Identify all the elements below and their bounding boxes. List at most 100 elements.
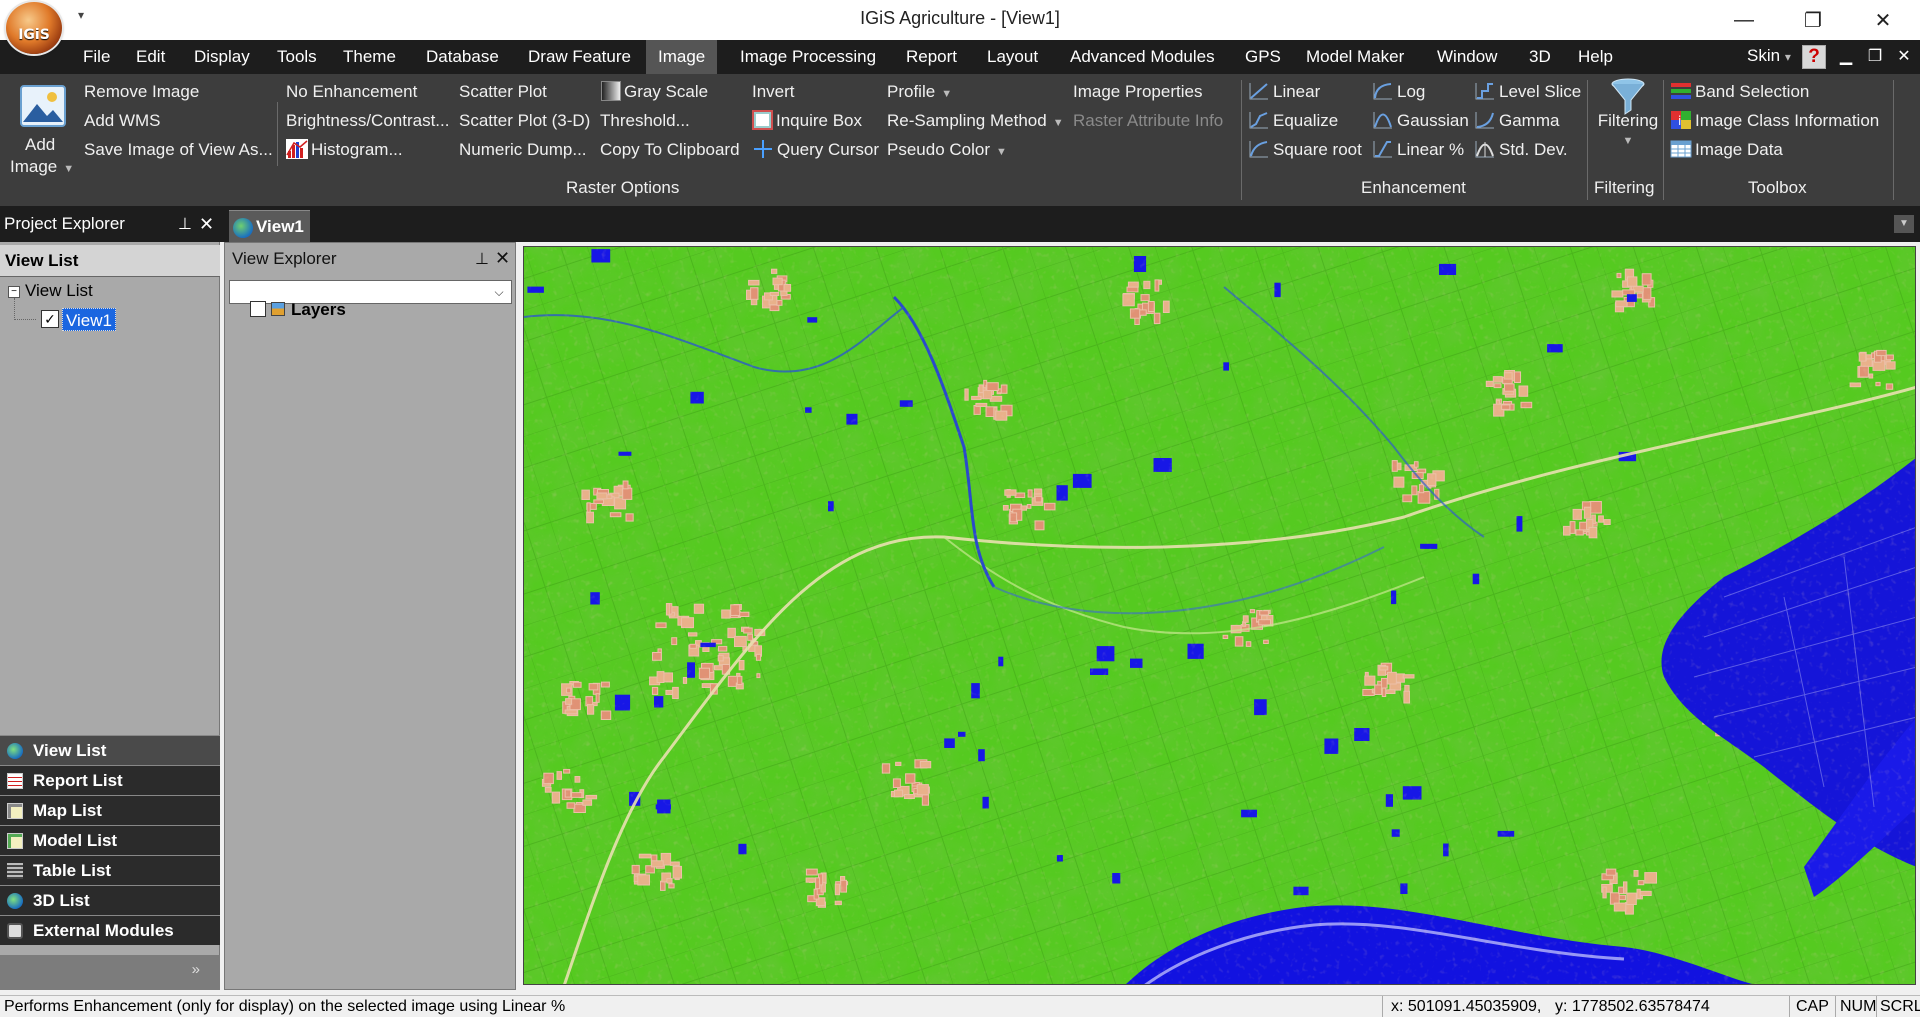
enh-gamma-button[interactable]: Gamma bbox=[1474, 108, 1559, 134]
pseudo-color-button[interactable]: Pseudo Color ▼ bbox=[887, 137, 1007, 163]
gray-scale-button[interactable]: Gray Scale bbox=[601, 79, 708, 105]
nav-map-list[interactable]: Map List bbox=[0, 795, 220, 825]
menu-display[interactable]: Display bbox=[182, 40, 262, 74]
view-explorer-pin-icon[interactable]: ⊥ bbox=[475, 249, 489, 269]
image-properties-button[interactable]: Image Properties bbox=[1073, 79, 1202, 105]
view-explorer-close-icon[interactable]: ✕ bbox=[495, 248, 510, 269]
mdi-minimize-button[interactable]: ▁ bbox=[1835, 44, 1857, 70]
enh-level-slice-button[interactable]: Level Slice bbox=[1474, 79, 1581, 105]
minimize-button[interactable]: — bbox=[1715, 0, 1773, 40]
enh-std-dev-button[interactable]: Std. Dev. bbox=[1474, 137, 1568, 163]
enh-equalize-button[interactable]: Equalize bbox=[1248, 108, 1338, 134]
menu-advanced-modules[interactable]: Advanced Modules bbox=[1058, 40, 1227, 74]
histogram-icon bbox=[286, 139, 308, 159]
resampling-method-button[interactable]: Re-Sampling Method ▼ bbox=[887, 108, 1064, 134]
mdi-restore-button[interactable]: ❐ bbox=[1864, 44, 1886, 70]
menu-draw-feature[interactable]: Draw Feature bbox=[516, 40, 643, 74]
tree-item-view1[interactable]: View1 bbox=[62, 308, 116, 331]
layers-tree-root[interactable]: Layers bbox=[291, 300, 346, 320]
view1-checkbox[interactable]: ✓ bbox=[41, 310, 59, 328]
tree-collapse-icon[interactable]: − bbox=[8, 286, 20, 298]
nav-3d-list[interactable]: 3D List bbox=[0, 885, 220, 915]
app-logo-icon[interactable]: IGiS bbox=[6, 2, 62, 54]
view-selector-combo[interactable]: ⌵ bbox=[229, 280, 512, 304]
map-canvas[interactable] bbox=[523, 246, 1916, 985]
invert-button[interactable]: Invert bbox=[752, 79, 795, 105]
histogram-button[interactable]: Histogram... bbox=[286, 137, 403, 163]
help-icon[interactable]: ? bbox=[1802, 45, 1826, 69]
no-enhancement-button[interactable]: No Enhancement bbox=[286, 79, 417, 105]
nav-external-modules-label: External Modules bbox=[33, 921, 174, 940]
status-cap: CAP bbox=[1796, 998, 1829, 1015]
add-wms-button[interactable]: Add WMS bbox=[84, 108, 161, 134]
nav-view-list[interactable]: View List bbox=[0, 735, 220, 765]
project-explorer-pin-icon[interactable]: ⊥ bbox=[178, 214, 192, 234]
add-image-button[interactable]: Add Image ▼ bbox=[6, 78, 80, 176]
scatter-plot-3d-button[interactable]: Scatter Plot (3-D) bbox=[459, 108, 590, 134]
menu-image-processing[interactable]: Image Processing bbox=[728, 40, 888, 74]
raster-attribute-info-button[interactable]: Raster Attribute Info bbox=[1073, 108, 1223, 134]
brightness-contrast-button[interactable]: Brightness/Contrast... bbox=[286, 108, 449, 134]
nav-report-list[interactable]: Report List bbox=[0, 765, 220, 795]
level-slice-curve-icon bbox=[1475, 83, 1494, 100]
filtering-button[interactable]: Filtering ▼ bbox=[1592, 78, 1664, 170]
image-data-label: Image Data bbox=[1695, 140, 1783, 159]
project-explorer-close-icon[interactable]: ✕ bbox=[199, 214, 214, 235]
copy-to-clipboard-button[interactable]: Copy To Clipboard bbox=[600, 137, 740, 163]
nav-external-modules[interactable]: External Modules bbox=[0, 915, 220, 945]
layers-icon bbox=[271, 302, 285, 316]
profile-button[interactable]: Profile ▼ bbox=[887, 79, 952, 105]
band-selection-button[interactable]: Band Selection bbox=[1670, 79, 1809, 105]
menu-tools[interactable]: Tools bbox=[265, 40, 329, 74]
inquire-box-button[interactable]: Inquire Box bbox=[752, 108, 862, 134]
project-explorer-title: Project Explorer bbox=[4, 214, 125, 233]
enh-linear-percent-button[interactable]: Linear % bbox=[1372, 137, 1464, 163]
raster-options-group-label: Raster Options bbox=[566, 178, 680, 197]
layers-checkbox[interactable] bbox=[250, 301, 266, 317]
enh-gaussian-button[interactable]: Gaussian bbox=[1372, 108, 1469, 134]
window-title: IGiS Agriculture - [View1] bbox=[860, 8, 1060, 28]
tab-view1[interactable]: View1 bbox=[229, 210, 310, 242]
nav-overflow-chevron-icon[interactable]: » bbox=[0, 955, 220, 990]
menu-edit[interactable]: Edit bbox=[124, 40, 177, 74]
menu-report[interactable]: Report bbox=[894, 40, 969, 74]
enh-square-root-button[interactable]: Square root bbox=[1248, 137, 1362, 163]
menu-image[interactable]: Image bbox=[646, 40, 718, 74]
image-data-button[interactable]: Image Data bbox=[1670, 137, 1783, 163]
menu-window[interactable]: Window bbox=[1425, 40, 1509, 74]
chevron-down-icon[interactable]: ⌵ bbox=[487, 281, 511, 303]
image-class-icon: i bbox=[1671, 111, 1691, 129]
menu-gps[interactable]: GPS bbox=[1233, 40, 1293, 74]
image-class-information-button[interactable]: i Image Class Information bbox=[1670, 108, 1879, 134]
nav-model-list[interactable]: Model List bbox=[0, 825, 220, 855]
skin-label: Skin bbox=[1747, 46, 1781, 65]
profile-dropdown-icon: ▼ bbox=[941, 88, 953, 100]
remove-image-button[interactable]: Remove Image bbox=[84, 79, 199, 105]
scatter-plot-button[interactable]: Scatter Plot bbox=[459, 79, 547, 105]
menu-file[interactable]: File bbox=[71, 40, 122, 74]
close-button[interactable]: ✕ bbox=[1854, 0, 1912, 40]
menu-help[interactable]: Help bbox=[1566, 40, 1625, 74]
save-image-of-view-button[interactable]: Save Image of View As... bbox=[84, 137, 273, 163]
menu-model-maker[interactable]: Model Maker bbox=[1294, 40, 1416, 74]
mdi-close-button[interactable]: ✕ bbox=[1893, 44, 1915, 70]
inquire-box-icon bbox=[752, 110, 773, 130]
numeric-dump-button[interactable]: Numeric Dump... bbox=[459, 137, 587, 163]
enh-level-slice-label: Level Slice bbox=[1499, 82, 1582, 101]
menu-3d[interactable]: 3D bbox=[1517, 40, 1563, 74]
nav-table-list[interactable]: Table List bbox=[0, 855, 220, 885]
image-class-information-label: Image Class Information bbox=[1695, 111, 1880, 130]
threshold-button[interactable]: Threshold... bbox=[600, 108, 690, 134]
query-cursor-button[interactable]: Query Cursor bbox=[752, 137, 879, 163]
restore-button[interactable]: ❐ bbox=[1784, 0, 1842, 40]
enh-log-button[interactable]: Log bbox=[1372, 79, 1425, 105]
menu-layout[interactable]: Layout bbox=[975, 40, 1050, 74]
menu-theme[interactable]: Theme bbox=[331, 40, 408, 74]
menu-database[interactable]: Database bbox=[414, 40, 511, 74]
tabs-dropdown-icon[interactable]: ▼ bbox=[1894, 215, 1914, 233]
tree-root-view-list[interactable]: View List bbox=[25, 281, 93, 301]
resampling-method-label: Re-Sampling Method bbox=[887, 111, 1047, 130]
globe-icon bbox=[233, 218, 253, 238]
skin-selector[interactable]: Skin ▾ bbox=[1747, 40, 1791, 74]
enh-linear-button[interactable]: Linear bbox=[1248, 79, 1320, 105]
